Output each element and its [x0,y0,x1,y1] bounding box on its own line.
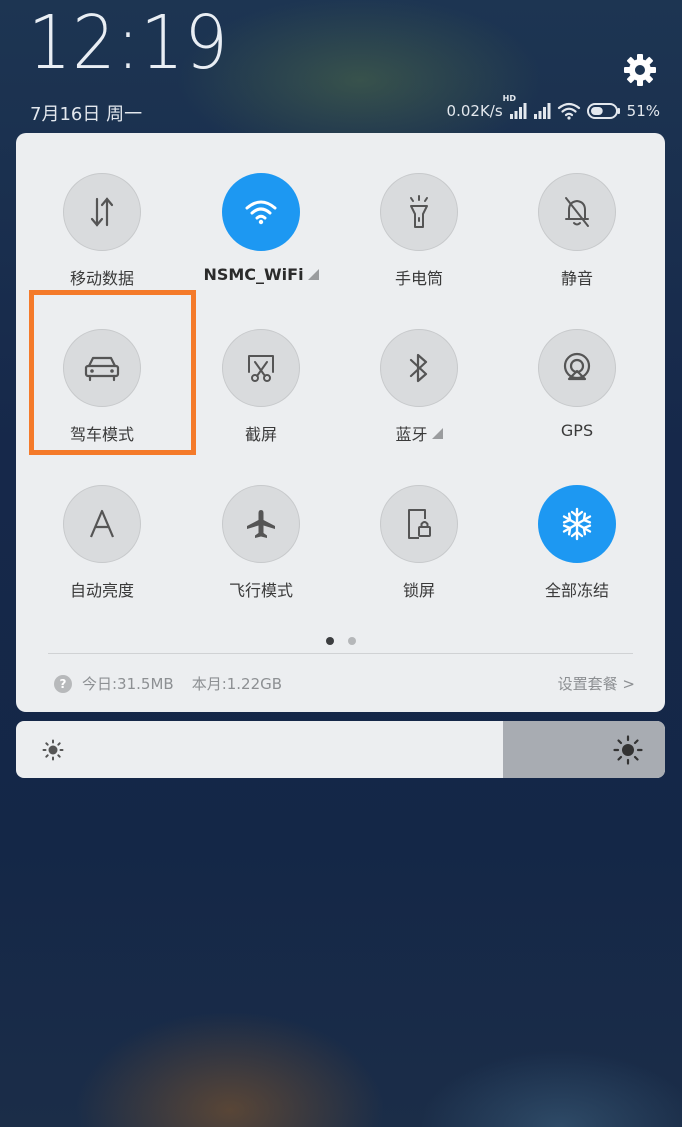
network-speed: 0.02K/s [446,102,503,120]
snowflake-icon [562,507,592,541]
brightness-slider[interactable] [16,721,665,778]
tile-mute[interactable]: 静音 [502,173,652,303]
bluetooth-button[interactable] [380,329,458,407]
scissors-icon [248,355,274,382]
data-usage-summary: ? 今日:31.5MB 本月:1.22GB [54,673,282,694]
battery-icon [586,103,621,119]
tile-label: GPS [560,421,594,440]
tile-label: 静音 [560,269,593,288]
wifi-button[interactable] [222,173,300,251]
usage-today: 今日:31.5MB [82,675,174,693]
signal-icon [533,102,551,120]
airplane-icon [247,510,275,538]
tile-screenshot[interactable]: 截屏 [186,329,336,459]
mute-button[interactable] [538,173,616,251]
help-icon[interactable]: ? [54,674,72,693]
flashlight-button[interactable] [380,173,458,251]
tile-gps[interactable]: GPS [502,329,652,459]
tile-label: 截屏 [244,425,277,444]
tile-label: 移动数据 [69,269,134,288]
tile-label: NSMC_WiFi [203,265,304,284]
tile-label: 蓝牙 [395,425,428,444]
wifi-status-icon [557,102,581,120]
screenshot-button[interactable] [222,329,300,407]
phone-lock-icon [408,509,431,539]
hd-label: HD [502,94,516,103]
tile-mobile-data[interactable]: 移动数据 [27,173,177,303]
bell-off-icon [565,197,589,227]
tile-label: 手电筒 [394,269,443,288]
tile-freeze-all[interactable]: 全部冻结 [502,485,652,615]
lock-screen-button[interactable] [380,485,458,563]
tile-flashlight[interactable]: 手电筒 [344,173,494,303]
expand-triangle-icon[interactable] [431,427,443,439]
tile-label: 飞行模式 [228,581,293,600]
mobile-data-button[interactable] [63,173,141,251]
flashlight-icon [410,195,428,228]
clock: 12:19 [28,0,229,86]
auto-brightness-a-icon [89,509,115,538]
set-plan-link[interactable]: 设置套餐 > [558,673,635,694]
tile-wifi[interactable]: NSMC_WiFi [186,173,336,303]
tile-label: 自动亮度 [69,581,134,600]
expand-triangle-icon[interactable] [307,269,319,280]
battery-percent: 51% [626,102,660,120]
bluetooth-icon [409,353,428,383]
date-text: 7月16日 周一 [30,104,143,125]
tile-bluetooth[interactable]: 蓝牙 [344,329,494,459]
brightness-low-icon [42,739,64,765]
gps-button[interactable] [538,329,616,407]
tile-airplane-mode[interactable]: 飞行模式 [186,485,336,615]
gps-location-icon [563,352,591,381]
page-dot[interactable] [348,637,356,645]
usage-month: 本月:1.22GB [191,675,283,693]
tile-auto-brightness[interactable]: 自动亮度 [27,485,177,615]
highlight-box [29,290,196,455]
signal-hd-icon: HD [503,94,527,120]
auto-brightness-button[interactable] [63,485,141,563]
tile-lock-screen[interactable]: 锁屏 [344,485,494,615]
status-bar-right: 0.02K/s HD 51% [446,94,660,122]
settings-gear-icon[interactable] [622,52,658,88]
airplane-mode-button[interactable] [222,485,300,563]
freeze-all-button[interactable] [538,485,616,563]
wifi-icon [245,200,277,225]
page-dot-active[interactable] [326,637,334,645]
tile-label: 全部冻结 [544,581,609,600]
tile-label: 锁屏 [402,581,435,600]
mobile-data-icon [90,197,114,227]
brightness-high-icon [613,735,643,769]
page-indicator [326,637,356,645]
divider [48,653,633,654]
